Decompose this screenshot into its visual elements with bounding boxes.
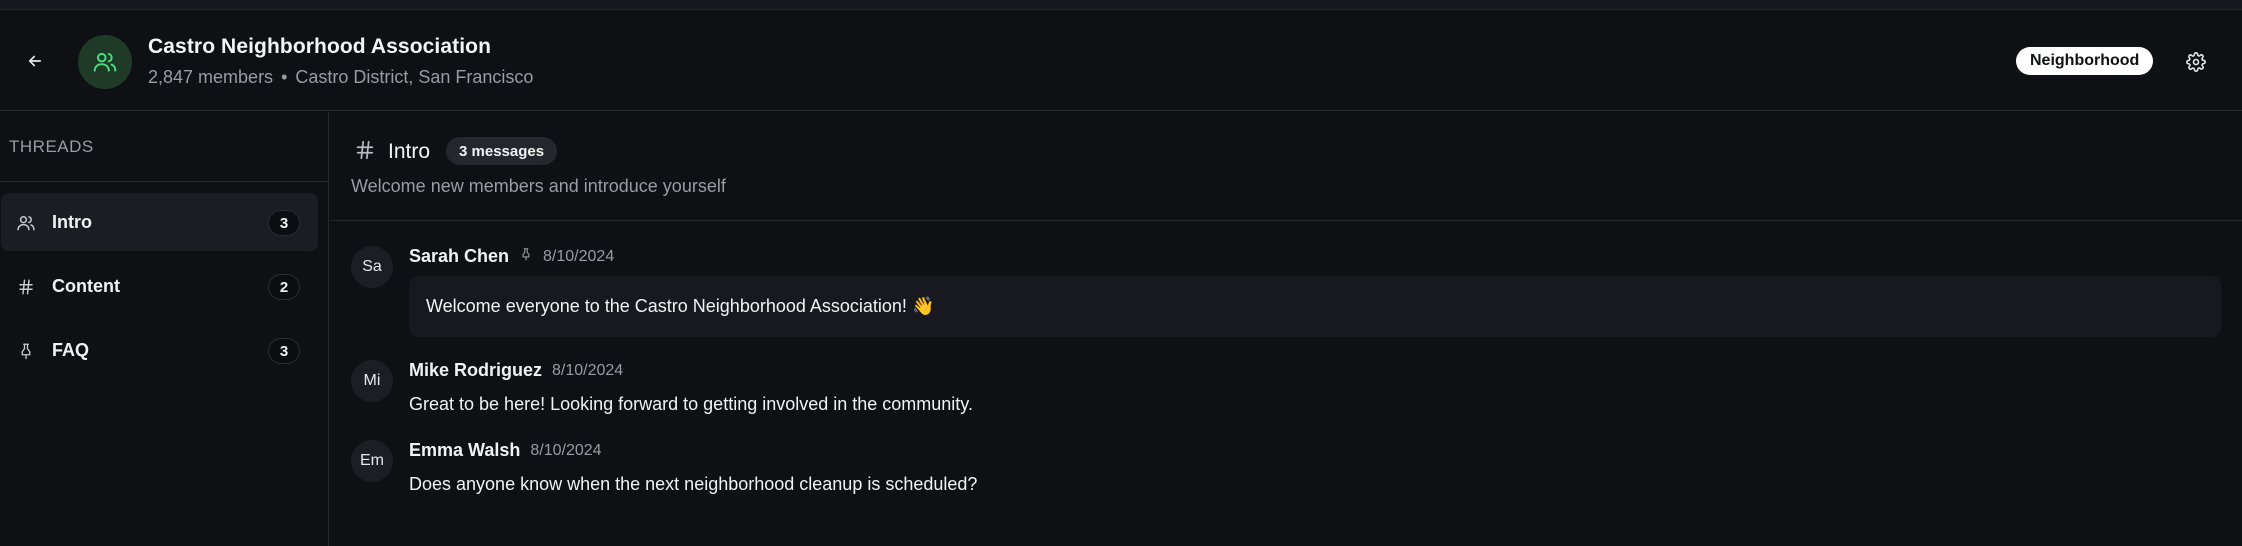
sidebar-item-label: Content xyxy=(52,276,120,296)
message-text: Great to be here! Looking forward to get… xyxy=(409,394,973,414)
thread-view: Intro 3 messages Welcome new members and… xyxy=(330,112,2242,546)
arrow-left-icon xyxy=(28,55,42,67)
message-date: 8/10/2024 xyxy=(543,247,615,265)
window-top-bar xyxy=(0,0,2242,10)
pin-icon xyxy=(15,340,37,362)
thread-header: Intro 3 messages Welcome new members and… xyxy=(330,112,2242,221)
avatar: Sa xyxy=(351,246,393,288)
category-badge: Neighborhood xyxy=(2016,47,2154,75)
thread-count-badge: 2 xyxy=(268,274,300,300)
group-subtitle: 2,847 members • Castro District, San Fra… xyxy=(148,67,533,88)
avatar: Mi xyxy=(351,360,393,402)
thread-count-badge: 3 xyxy=(268,338,300,364)
message-author: Emma Walsh xyxy=(409,440,521,460)
message-count-badge: 3 messages xyxy=(446,137,558,165)
thread-count-badge: 3 xyxy=(268,210,300,236)
sidebar-item-label: Intro xyxy=(52,212,92,232)
group-avatar xyxy=(78,35,132,89)
sidebar-item-content[interactable]: Content 2 xyxy=(1,257,318,315)
hash-icon xyxy=(354,138,376,167)
group-title: Castro Neighborhood Association xyxy=(148,35,492,58)
message-author: Mike Rodriguez xyxy=(409,360,543,380)
message-header: Sarah Chen 8/10/2024 xyxy=(409,246,614,267)
avatar: Em xyxy=(351,440,393,482)
message-author: Sarah Chen xyxy=(409,246,510,266)
sidebar-item-intro[interactable]: Intro 3 xyxy=(1,193,318,251)
pin-icon xyxy=(519,246,533,267)
group-header: Castro Neighborhood Association 2,847 me… xyxy=(0,10,2242,111)
threads-sidebar: THREADS Intro 3 Content 2 FAQ 3 xyxy=(0,112,329,546)
message-text: Does anyone know when the next neighborh… xyxy=(409,474,978,494)
back-button[interactable] xyxy=(20,48,50,74)
hash-icon xyxy=(15,276,37,298)
message-header: Mike Rodriguez 8/10/2024 xyxy=(409,360,623,381)
gear-icon xyxy=(2186,52,2206,72)
subtitle-separator: • xyxy=(281,67,288,87)
sidebar-item-label: FAQ xyxy=(52,340,90,360)
message-date: 8/10/2024 xyxy=(552,361,624,379)
member-count: 2,847 members xyxy=(148,67,274,87)
threads-heading: THREADS xyxy=(0,112,328,182)
message-header: Emma Walsh 8/10/2024 xyxy=(409,440,602,461)
users-icon xyxy=(15,212,37,234)
sidebar-item-faq[interactable]: FAQ 3 xyxy=(1,321,318,379)
pinned-message-bubble: Welcome everyone to the Castro Neighborh… xyxy=(409,276,2221,337)
message-date: 8/10/2024 xyxy=(530,441,602,459)
users-icon xyxy=(93,52,117,72)
thread-title: Intro xyxy=(388,140,431,163)
settings-button[interactable] xyxy=(2182,48,2210,76)
thread-description: Welcome new members and introduce yourse… xyxy=(351,176,726,196)
group-location: Castro District, San Francisco xyxy=(295,67,534,87)
